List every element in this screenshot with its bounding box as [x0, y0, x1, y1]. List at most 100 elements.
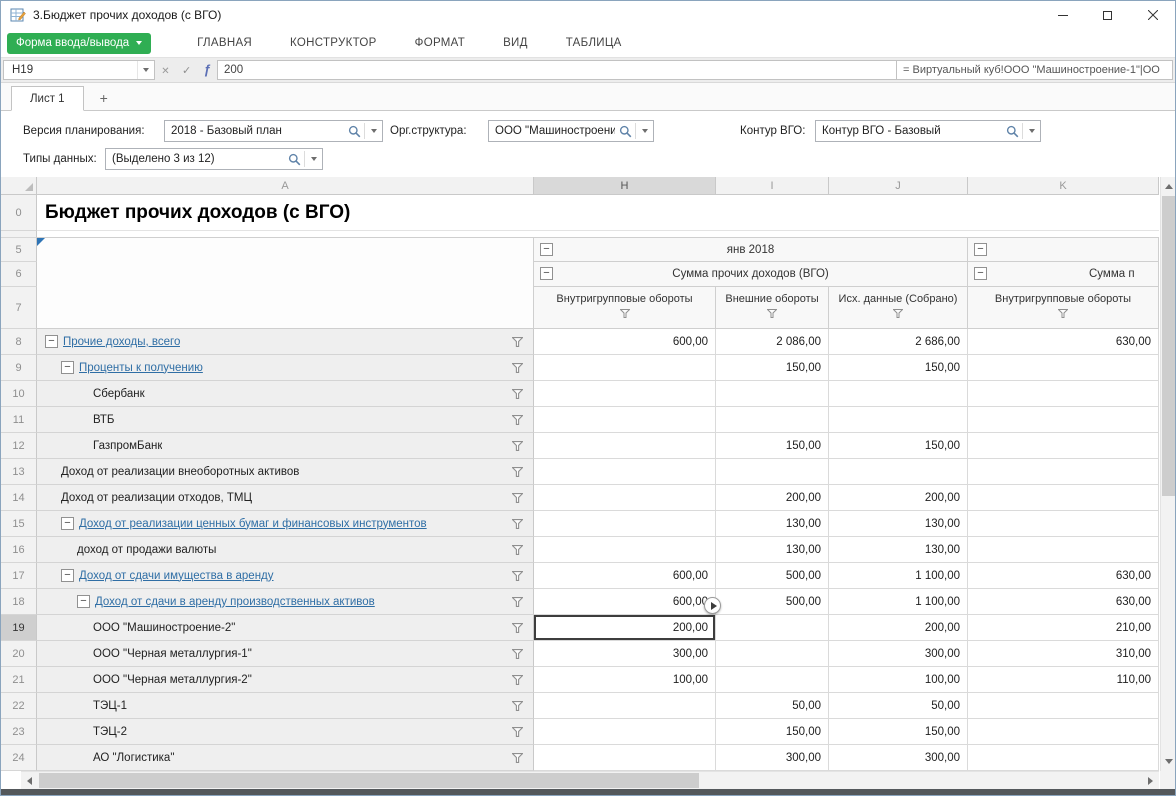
cell-H9[interactable]	[534, 355, 716, 381]
row-label-link[interactable]: Прочие доходы, всего	[63, 336, 180, 348]
row-number[interactable]: 5	[1, 238, 37, 262]
cancel-icon[interactable]	[161, 61, 169, 79]
cell-I13[interactable]	[716, 459, 829, 485]
cell-K22[interactable]	[968, 693, 1159, 719]
cell-H22[interactable]	[534, 693, 716, 719]
cell-K13[interactable]	[968, 459, 1159, 485]
row-label-cell[interactable]: Доход от реализации внеоборотных активов	[37, 459, 534, 485]
period-header-cell-next[interactable]	[968, 238, 1159, 262]
column-header-i[interactable]: I	[716, 177, 829, 195]
row-label-cell[interactable]: Доход от реализации отходов, ТМЦ	[37, 485, 534, 511]
filter-icon[interactable]	[512, 727, 523, 737]
dropdown-button[interactable]	[305, 157, 322, 161]
cell-J16[interactable]: 130,00	[829, 537, 968, 563]
cell-K11[interactable]	[968, 407, 1159, 433]
row-label-cell[interactable]: Доход от реализации ценных бумаг и финан…	[37, 511, 534, 537]
form-io-menu-button[interactable]: Форма ввода/вывода	[7, 33, 151, 54]
row-label-cell[interactable]: доход от продажи валюты	[37, 537, 534, 563]
row-number[interactable]: 24	[1, 745, 37, 771]
row-label-link[interactable]: Доход от сдачи в аренду производственных…	[95, 596, 375, 608]
cell-J9[interactable]: 150,00	[829, 355, 968, 381]
row-number[interactable]: 13	[1, 459, 37, 485]
cell-K21[interactable]: 110,00	[968, 667, 1159, 693]
row-label-cell[interactable]: ООО "Черная металлургия-2"	[37, 667, 534, 693]
cell-K24[interactable]	[968, 745, 1159, 771]
cell-H17[interactable]: 600,00	[534, 563, 716, 589]
search-icon[interactable]	[284, 153, 304, 166]
row-number[interactable]: 22	[1, 693, 37, 719]
cell-J18[interactable]: 1 100,00	[829, 589, 968, 615]
cell-H20[interactable]: 300,00	[534, 641, 716, 667]
sheet-tab-list1[interactable]: Лист 1	[11, 86, 84, 111]
horizontal-scroll-thumb[interactable]	[39, 773, 699, 788]
row-number[interactable]: 17	[1, 563, 37, 589]
row-label-cell[interactable]: Прочие доходы, всего	[37, 329, 534, 355]
row-label-cell[interactable]: ООО "Машиностроение-2"	[37, 615, 534, 641]
scroll-left-button[interactable]	[21, 772, 38, 789]
cell-I23[interactable]: 150,00	[716, 719, 829, 745]
tab-format[interactable]: ФОРМАТ	[415, 37, 465, 49]
cell-I12[interactable]: 150,00	[716, 433, 829, 459]
filter-icon[interactable]	[620, 309, 630, 318]
dropdown-button[interactable]	[365, 129, 382, 133]
row-number[interactable]: 10	[1, 381, 37, 407]
vertical-scroll-thumb[interactable]	[1162, 196, 1176, 496]
row-number[interactable]: 21	[1, 667, 37, 693]
cell-H21[interactable]: 100,00	[534, 667, 716, 693]
name-box-dropdown[interactable]	[137, 61, 154, 79]
row-number[interactable]: 8	[1, 329, 37, 355]
row-number[interactable]: 9	[1, 355, 37, 381]
filter-icon[interactable]	[512, 415, 523, 425]
report-title-cell[interactable]: Бюджет прочих доходов (с ВГО)	[37, 195, 1159, 231]
cell-H8[interactable]: 600,00	[534, 329, 716, 355]
drill-button[interactable]	[704, 597, 721, 614]
cell-I14[interactable]: 200,00	[716, 485, 829, 511]
formula-input[interactable]: 200	[217, 60, 897, 80]
filter-icon[interactable]	[512, 675, 523, 685]
tab-vid[interactable]: ВИД	[503, 37, 528, 49]
filter-icon[interactable]	[767, 309, 777, 318]
cell-J15[interactable]: 130,00	[829, 511, 968, 537]
row-label-cell[interactable]: АО "Логистика"	[37, 745, 534, 771]
cell-H15[interactable]	[534, 511, 716, 537]
cell-K18[interactable]: 630,00	[968, 589, 1159, 615]
cell-I15[interactable]: 130,00	[716, 511, 829, 537]
cell-I21[interactable]	[716, 667, 829, 693]
dropdown-button[interactable]	[636, 129, 653, 133]
row-number[interactable]: 11	[1, 407, 37, 433]
cell-I22[interactable]: 50,00	[716, 693, 829, 719]
org-filter[interactable]: ООО "Машиностроение-1"	[488, 120, 654, 142]
row-number[interactable]: 12	[1, 433, 37, 459]
cell-H14[interactable]	[534, 485, 716, 511]
filter-icon[interactable]	[512, 701, 523, 711]
vgo-filter[interactable]: Контур ВГО - Базовый	[815, 120, 1041, 142]
row-label-cell[interactable]: ТЭЦ-2	[37, 719, 534, 745]
row-number[interactable]: 19	[1, 615, 37, 641]
name-box[interactable]: H19	[3, 60, 155, 80]
cell-I20[interactable]	[716, 641, 829, 667]
row-label-cell[interactable]: ГазпромБанк	[37, 433, 534, 459]
row-label-cell[interactable]: ВТБ	[37, 407, 534, 433]
filter-icon[interactable]	[512, 753, 523, 763]
collapse-icon[interactable]	[77, 595, 90, 608]
horizontal-scrollbar[interactable]	[21, 771, 1159, 789]
cell-K9[interactable]	[968, 355, 1159, 381]
filter-icon[interactable]	[1058, 309, 1068, 318]
cell-J13[interactable]	[829, 459, 968, 485]
row-number[interactable]: 14	[1, 485, 37, 511]
row-number[interactable]: 15	[1, 511, 37, 537]
cell-H13[interactable]	[534, 459, 716, 485]
row-label-cell[interactable]: ООО "Черная металлургия-1"	[37, 641, 534, 667]
cell-J17[interactable]: 1 100,00	[829, 563, 968, 589]
scroll-right-button[interactable]	[1142, 772, 1159, 789]
cell-J11[interactable]	[829, 407, 968, 433]
column-header-a[interactable]: A	[37, 177, 534, 195]
cell-I11[interactable]	[716, 407, 829, 433]
function-icon[interactable]	[204, 61, 211, 79]
collapse-icon[interactable]	[45, 335, 58, 348]
cell-K12[interactable]	[968, 433, 1159, 459]
cell-H10[interactable]	[534, 381, 716, 407]
filter-icon[interactable]	[512, 337, 523, 347]
cell-I17[interactable]: 500,00	[716, 563, 829, 589]
version-filter[interactable]: 2018 - Базовый план	[164, 120, 383, 142]
